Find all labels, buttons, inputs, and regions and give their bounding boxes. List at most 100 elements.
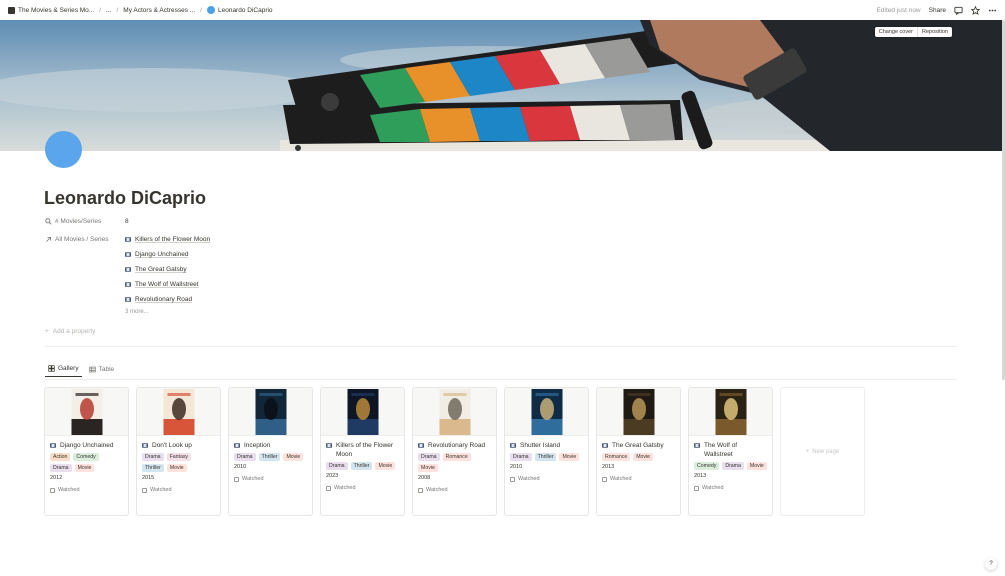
tag: Movie [746, 462, 767, 470]
card-title-text: The Great Gatsby [612, 442, 664, 449]
gallery-card[interactable]: Inception Drama Thriller Movie 2010 Watche… [228, 387, 313, 516]
card-tags: Drama Thriller Movie [326, 462, 399, 470]
card-tags: Romance Movie [602, 453, 675, 461]
new-page-card[interactable]: + New page [780, 387, 865, 516]
property-all-movies: All Movies / Series Killers of the Flowe… [45, 236, 210, 315]
checkbox-box[interactable] [694, 485, 699, 491]
tag: Drama [50, 464, 72, 472]
breadcrumb-item-ellipsis[interactable]: ... [106, 7, 111, 14]
relation-item[interactable]: Django Unchained [125, 251, 210, 258]
property-label-text: # Movies/Series [55, 218, 102, 225]
movie-poster [255, 389, 286, 435]
share-button[interactable]: Share [929, 7, 946, 14]
relation-item[interactable]: The Wolf of Wallstreet [125, 281, 210, 288]
gallery-card[interactable]: Django Unchained Action Comedy Drama Movie … [44, 387, 129, 516]
watched-checkbox[interactable]: Watched [510, 476, 583, 482]
card-title-text: Don't Look up [152, 442, 192, 449]
tag: Movie [559, 453, 580, 461]
film-icon [125, 282, 131, 287]
property-label-text: All Movies / Series [55, 236, 109, 243]
tag: Movie [418, 464, 438, 472]
card-title: The Wolf of Wallstreet [694, 441, 767, 459]
watched-checkbox[interactable]: Watched [50, 487, 123, 493]
clapperboard-icon [8, 6, 15, 14]
watched-label: Watched [334, 485, 356, 491]
breadcrumb-label: Leonardo DiCaprio [217, 6, 273, 14]
card-cover [137, 388, 220, 436]
change-cover-button[interactable]: Change cover [875, 27, 917, 37]
tabs-divider [45, 379, 957, 380]
card-title: Django Unchained [50, 441, 123, 450]
film-icon [326, 443, 332, 448]
breadcrumb-item-actors[interactable]: My Actors & Actresses ... [123, 7, 195, 14]
page-avatar[interactable] [45, 131, 82, 168]
property-label[interactable]: All Movies / Series [45, 236, 125, 243]
topbar: The Movies & Series Mo... / ... / My Act… [0, 0, 1005, 20]
card-year: 2010 [510, 464, 523, 470]
checkbox-box[interactable] [50, 487, 55, 493]
card-title: Don't Look up [142, 441, 215, 450]
cover-image: Change cover Reposition [0, 20, 1002, 151]
watched-checkbox[interactable]: Watched [418, 487, 491, 493]
watched-checkbox[interactable]: Watched [234, 476, 307, 482]
relation-item[interactable]: Revolutionary Road [125, 296, 210, 303]
checkbox-box[interactable] [234, 476, 239, 482]
movie-poster [347, 389, 378, 435]
tab-gallery[interactable]: Gallery [45, 363, 82, 377]
page-title[interactable]: Leonardo DiCaprio [44, 188, 206, 209]
card-year: 2015 [142, 475, 155, 481]
tag: Movie [74, 464, 95, 472]
tag: Movie [633, 453, 654, 461]
comment-icon[interactable] [954, 6, 963, 15]
tag: Thriller [258, 453, 281, 461]
more-options-icon[interactable] [988, 6, 997, 15]
film-icon [125, 297, 131, 302]
tag: Drama [142, 453, 164, 461]
relation-item[interactable]: Killers of the Flower Moon [125, 236, 210, 243]
help-button[interactable]: ? [985, 558, 997, 570]
checkbox-box[interactable] [326, 485, 331, 491]
reposition-button[interactable]: Reposition [917, 27, 952, 37]
divider [45, 346, 957, 347]
breadcrumb-item-workspace[interactable]: The Movies & Series Mo... [8, 6, 95, 14]
checkbox-box[interactable] [418, 487, 423, 493]
plus-icon: + [805, 448, 810, 455]
tag: Romance [602, 453, 631, 461]
watched-checkbox[interactable]: Watched [142, 487, 215, 493]
arrow-up-right-icon [46, 237, 51, 242]
property-label[interactable]: # Movies/Series [45, 218, 125, 225]
relation-title: The Wolf of Wallstreet [135, 281, 199, 288]
movie-poster [531, 389, 562, 435]
movie-poster [71, 389, 102, 435]
gallery-card[interactable]: The Great Gatsby Romance Movie 2013 Watch… [596, 387, 681, 516]
relation-item[interactable]: The Great Gatsby [125, 266, 210, 273]
film-icon [602, 443, 608, 448]
tag: Drama [234, 453, 256, 461]
checkbox-box[interactable] [142, 487, 147, 493]
checkbox-box[interactable] [602, 476, 607, 482]
card-title: Inception [234, 441, 307, 450]
card-title: Revolutionary Road [418, 441, 491, 450]
add-property-button[interactable]: + Add a property [45, 328, 95, 335]
movie-poster [163, 389, 194, 435]
tab-table[interactable]: Table [86, 363, 118, 377]
watched-checkbox[interactable]: Watched [602, 476, 675, 482]
breadcrumb-label: ... [106, 6, 112, 14]
gallery-card[interactable]: The Wolf of Wallstreet Comedy Drama Movie … [688, 387, 773, 516]
checkbox-box[interactable] [510, 476, 515, 482]
card-title-text: Killers of the Flower Moon [336, 442, 394, 458]
gallery-card[interactable]: Revolutionary Road Drama Romance Movie 200… [412, 387, 497, 516]
show-more-link[interactable]: 3 more... [125, 309, 210, 315]
breadcrumb-label: The Movies & Series Mo... [18, 6, 95, 14]
watched-checkbox[interactable]: Watched [326, 485, 399, 491]
breadcrumb-item-current[interactable]: Leonardo DiCaprio [206, 6, 273, 14]
gallery-card[interactable]: Killers of the Flower Moon Drama Thriller… [320, 387, 405, 516]
card-title-text: The Wolf of Wallstreet [704, 442, 738, 458]
watched-label: Watched [150, 487, 172, 493]
star-icon[interactable] [971, 5, 980, 15]
gallery-card[interactable]: Shutter Island Drama Thriller Movie 2010 W… [504, 387, 589, 516]
table-icon [88, 366, 96, 372]
gallery-card[interactable]: Don't Look up Drama Fantasy Thriller Movie … [136, 387, 221, 516]
watched-checkbox[interactable]: Watched [694, 485, 767, 491]
card-year: 2010 [234, 464, 247, 470]
